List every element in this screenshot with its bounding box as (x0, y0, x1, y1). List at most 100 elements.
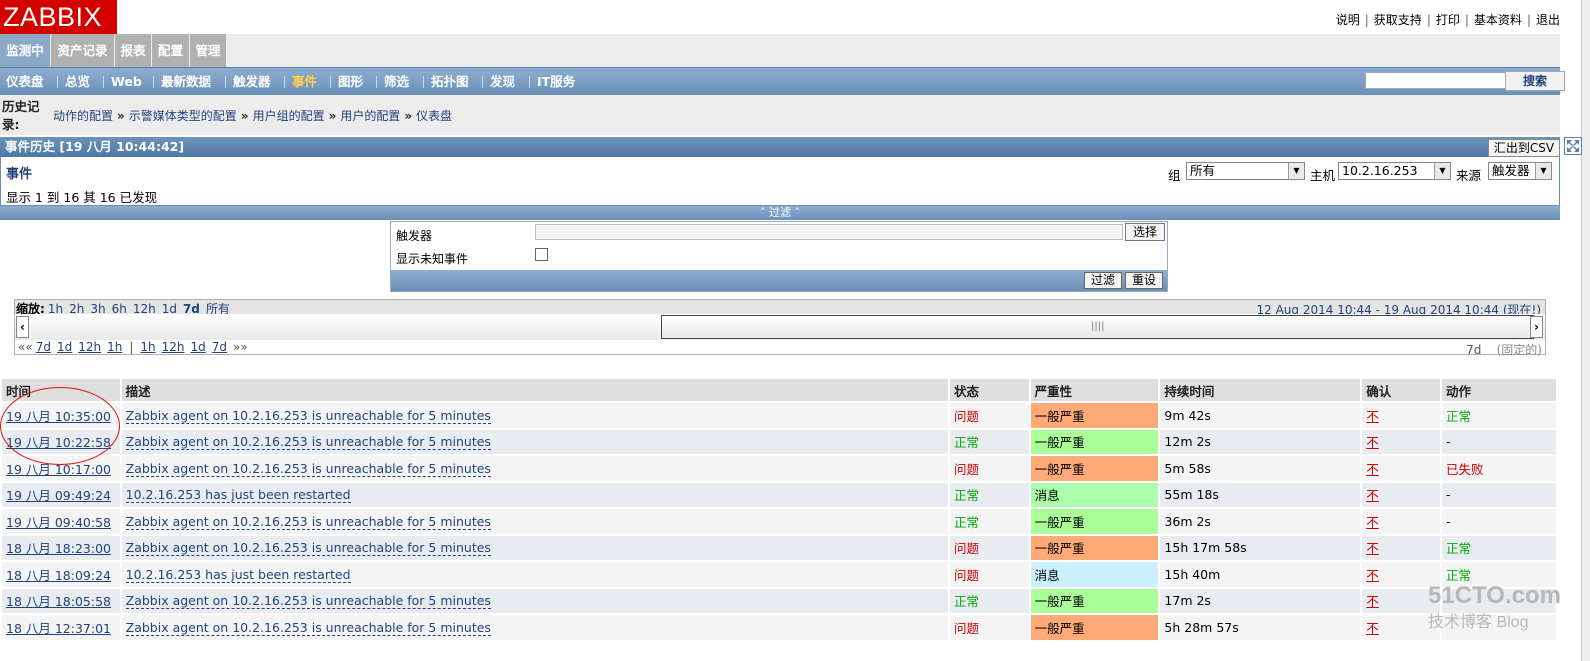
filter-toggle[interactable]: ˄ 过滤 ˄ (0, 206, 1560, 220)
sub-tab-6[interactable]: 图形 (338, 68, 363, 95)
nav-back-1h[interactable]: 1h (104, 340, 125, 354)
event-action[interactable]: 正常 (1441, 401, 1558, 429)
scroll-left-icon[interactable]: ‹ (16, 316, 29, 338)
show-unknown-checkbox[interactable] (535, 248, 548, 261)
page-scrollbar[interactable] (1581, 0, 1590, 661)
history-crumb-4[interactable]: 仪表盘 (416, 109, 452, 123)
reset-button[interactable]: 重设 (1125, 272, 1163, 289)
history-crumb-2[interactable]: 用户组的配置 (253, 109, 325, 123)
acknowledge-link[interactable]: 不 (1366, 594, 1379, 609)
chevron-down-icon: ▼ (1535, 163, 1551, 179)
source-select[interactable]: 触发器 ▼ (1488, 162, 1552, 180)
event-time-link[interactable]: 18 八月 12:37:01 (6, 621, 111, 636)
top-link-2[interactable]: 打印 (1436, 13, 1460, 27)
filter-button[interactable]: 过滤 (1084, 272, 1122, 289)
event-time-link[interactable]: 19 八月 09:49:24 (6, 488, 111, 503)
column-header-5[interactable]: 确认 (1361, 379, 1443, 402)
event-description-link[interactable]: Zabbix agent on 10.2.16.253 is unreachab… (125, 619, 491, 636)
event-time-link[interactable]: 19 八月 09:40:58 (6, 515, 111, 530)
sub-tab-10[interactable]: IT服务 (537, 68, 575, 95)
sub-tab-0[interactable]: 仪表盘 (6, 68, 44, 95)
acknowledge-link[interactable]: 不 (1366, 462, 1379, 477)
column-header-2[interactable]: 状态 (949, 379, 1031, 402)
nav-fwd-icon[interactable]: »» (230, 340, 248, 354)
column-header-3[interactable]: 严重性 (1029, 379, 1161, 402)
main-tab-2[interactable]: 报表 (115, 34, 151, 67)
group-select[interactable]: 所有 ▼ (1186, 162, 1305, 180)
event-description-link[interactable]: Zabbix agent on 10.2.16.253 is unreachab… (125, 407, 491, 424)
column-header-6[interactable]: 动作 (1441, 379, 1558, 402)
event-time-link[interactable]: 18 八月 18:23:00 (6, 541, 111, 556)
search-button[interactable]: 搜索 (1505, 71, 1565, 91)
event-ack-cell: 不 (1361, 454, 1443, 482)
main-tab-3[interactable]: 配置 (152, 34, 189, 67)
event-description-link[interactable]: Zabbix agent on 10.2.16.253 is unreachab… (125, 434, 491, 451)
nav-back-7d[interactable]: 7d (33, 340, 54, 354)
crumb-arrow-icon: » (404, 109, 413, 123)
event-time-link[interactable]: 18 八月 18:05:58 (6, 594, 111, 609)
event-action: - (1441, 480, 1558, 508)
event-action[interactable]: 已失败 (1441, 454, 1558, 482)
event-duration: 36m 2s (1159, 507, 1363, 535)
acknowledge-link[interactable]: 不 (1366, 515, 1379, 530)
history-crumb-0[interactable]: 动作的配置 (53, 109, 113, 123)
sub-tab-3[interactable]: 最新数据 (161, 68, 211, 95)
acknowledge-link[interactable]: 不 (1366, 621, 1379, 636)
column-header-4[interactable]: 持续时间 (1159, 379, 1363, 402)
nav-fwd-7d[interactable]: 7d (209, 340, 230, 354)
link-separator: | (1364, 13, 1369, 27)
main-tab-4[interactable]: 管理 (190, 34, 226, 67)
acknowledge-link[interactable]: 不 (1366, 409, 1379, 424)
top-link-3[interactable]: 基本资料 (1474, 13, 1522, 27)
event-severity: 一般严重 (1029, 533, 1161, 561)
period-fixed-toggle[interactable]: (固定的) (1497, 343, 1542, 357)
slider-grip-icon[interactable]: |||| (1091, 321, 1104, 332)
top-link-1[interactable]: 获取支持 (1374, 13, 1422, 27)
fullscreen-icon[interactable] (1564, 137, 1582, 155)
sub-tab-1[interactable]: 总览 (65, 68, 90, 95)
host-select[interactable]: 10.2.16.253 ▼ (1338, 162, 1451, 180)
history-crumb-3[interactable]: 用户的配置 (340, 109, 400, 123)
sub-tab-8[interactable]: 拓扑图 (431, 68, 469, 95)
zabbix-logo[interactable]: ZABBIX (0, 0, 117, 34)
sub-tab-9[interactable]: 发现 (490, 68, 515, 95)
event-description-link[interactable]: Zabbix agent on 10.2.16.253 is unreachab… (125, 593, 491, 610)
sub-tab-4[interactable]: 触发器 (233, 68, 271, 95)
main-tab-0[interactable]: 监测中 (0, 34, 50, 67)
event-description-cell: 10.2.16.253 has just been restarted (120, 560, 951, 588)
event-status: 问题 (949, 454, 1031, 482)
acknowledge-link[interactable]: 不 (1366, 568, 1379, 583)
nav-back-1d[interactable]: 1d (54, 340, 75, 354)
nav-fwd-12h[interactable]: 12h (159, 340, 188, 354)
event-description-link[interactable]: 10.2.16.253 has just been restarted (125, 566, 351, 583)
event-description-link[interactable]: Zabbix agent on 10.2.16.253 is unreachab… (125, 540, 491, 557)
export-csv-button[interactable]: 汇出到CSV (1488, 139, 1560, 157)
nav-back-12h[interactable]: 12h (75, 340, 104, 354)
filter-trigger-input[interactable] (535, 224, 1123, 240)
top-link-4[interactable]: 退出 (1536, 13, 1560, 27)
event-description-link[interactable]: Zabbix agent on 10.2.16.253 is unreachab… (125, 460, 491, 477)
search-input[interactable] (1365, 72, 1525, 89)
scroll-right-icon[interactable]: › (1530, 316, 1543, 338)
event-description-link[interactable]: Zabbix agent on 10.2.16.253 is unreachab… (125, 513, 491, 530)
event-action[interactable]: 正常 (1441, 533, 1558, 561)
filter-select-button[interactable]: 选择 (1125, 223, 1165, 241)
nav-fwd-1d[interactable]: 1d (188, 340, 209, 354)
column-header-1[interactable]: 描述 (120, 379, 951, 402)
table-header: 时间 描述 状态 严重性 持续时间 确认 动作 (2, 379, 1558, 402)
sub-tab-5[interactable]: 事件 (292, 68, 317, 95)
nav-back-icon[interactable]: «« (18, 340, 33, 354)
events-heading: 事件 (6, 167, 33, 182)
acknowledge-link[interactable]: 不 (1366, 435, 1379, 450)
main-tab-1[interactable]: 资产记录 (51, 34, 114, 67)
event-time-link[interactable]: 18 八月 18:09:24 (6, 568, 111, 583)
acknowledge-link[interactable]: 不 (1366, 488, 1379, 503)
nav-fwd-1h[interactable]: 1h (137, 340, 158, 354)
acknowledge-link[interactable]: 不 (1366, 541, 1379, 556)
sub-tab-7[interactable]: 筛选 (384, 68, 409, 95)
history-crumb-1[interactable]: 示警媒体类型的配置 (129, 109, 237, 123)
event-severity: 一般严重 (1029, 507, 1161, 535)
sub-tab-2[interactable]: Web (111, 68, 142, 95)
top-link-0[interactable]: 说明 (1336, 13, 1360, 27)
event-description-link[interactable]: 10.2.16.253 has just been restarted (125, 487, 351, 504)
